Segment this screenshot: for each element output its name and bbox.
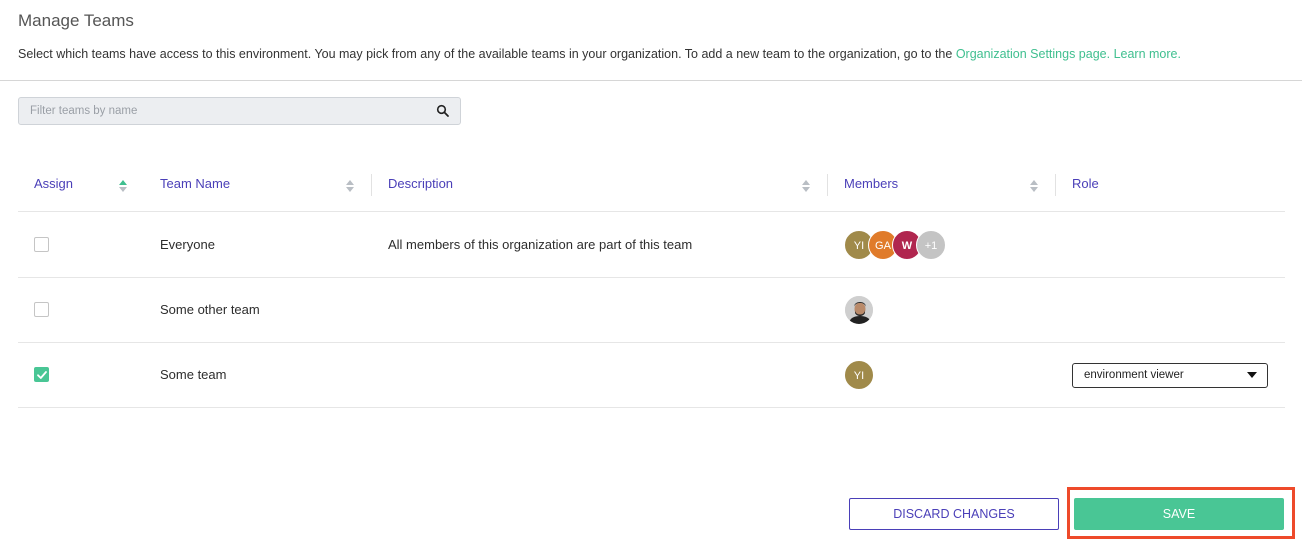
assign-checkbox[interactable] [34,302,49,317]
column-header-team-name[interactable]: Team Name [160,164,230,204]
avatar-photo[interactable] [844,295,874,325]
more-members-badge[interactable]: +1 [916,230,946,260]
table-header: Assign Team Name Description Members Rol… [18,164,1285,212]
column-header-role: Role [1072,176,1099,191]
team-filter [18,97,461,125]
assign-checkbox[interactable] [34,237,49,252]
column-separator [827,174,828,196]
avatar[interactable]: YI [844,360,874,390]
sort-members-icon[interactable] [1030,179,1038,192]
role-select-value: environment viewer [1084,369,1184,381]
discard-changes-button[interactable]: DISCARD CHANGES [849,498,1059,530]
column-separator [1055,174,1056,196]
table-row: Everyone All members of this organizatio… [18,213,1285,278]
sort-team-name-icon[interactable] [346,179,354,192]
page-title: Manage Teams [18,11,134,30]
column-header-description[interactable]: Description [388,164,453,204]
organization-settings-link[interactable]: Organization Settings page. [956,47,1110,61]
column-header-members[interactable]: Members [844,164,898,204]
intro-description: Select which teams have access to this e… [18,47,956,61]
search-icon[interactable] [436,104,450,118]
checkmark-icon [37,371,47,379]
team-name: Everyone [160,237,215,252]
intro-text: Select which teams have access to this e… [18,47,1181,61]
save-button[interactable]: SAVE [1074,498,1284,530]
sort-assign-icon[interactable] [119,179,127,192]
sort-description-icon[interactable] [802,179,810,192]
column-header-assign[interactable]: Assign [34,164,73,204]
table-row: Some other team [18,278,1285,343]
caret-down-icon [1247,372,1257,378]
learn-more-link[interactable]: Learn more. [1114,47,1181,61]
role-select[interactable]: environment viewer [1072,363,1268,388]
column-separator [371,174,372,196]
team-description: All members of this organization are par… [388,237,693,252]
team-filter-input[interactable] [19,98,419,124]
team-name: Some team [160,367,227,382]
team-name: Some other team [160,302,260,317]
table-row: Some team YI environment viewer [18,343,1285,408]
assign-checkbox-checked[interactable] [34,367,49,382]
header-divider [0,80,1302,81]
